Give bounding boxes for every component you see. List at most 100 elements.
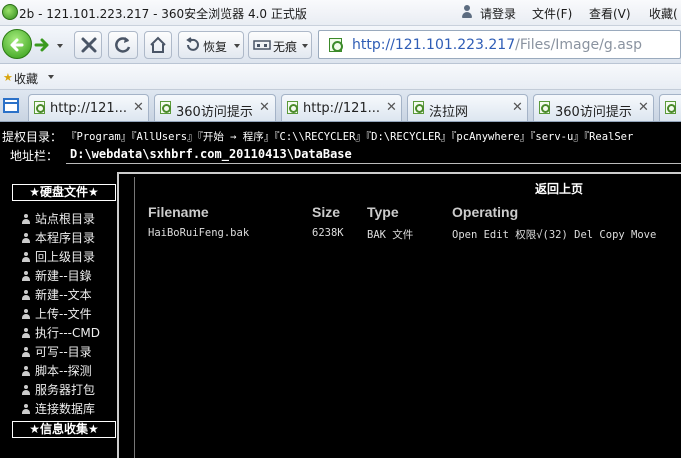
nav-site-root[interactable]: 站点根目录 xyxy=(22,210,95,226)
tab-page-icon xyxy=(287,101,298,114)
nav-parent-dir[interactable]: 回上级目录 xyxy=(22,248,95,264)
tab-menu-icon[interactable] xyxy=(3,98,19,113)
left-nav: ★硬盘文件★ 站点根目录 本程序目录 回上级目录 新建--目錄 新建--文本 上… xyxy=(0,184,118,458)
incognito-icon xyxy=(253,40,271,50)
user-icon xyxy=(22,252,30,262)
user-icon xyxy=(22,385,30,395)
home-button[interactable] xyxy=(144,31,172,59)
user-icon xyxy=(22,328,30,338)
user-icon xyxy=(22,233,30,243)
refresh-button[interactable] xyxy=(108,31,138,59)
nav-new-dir[interactable]: 新建--目錄 xyxy=(22,267,92,283)
restore-icon xyxy=(186,37,199,51)
close-icon[interactable]: ✕ xyxy=(512,100,523,115)
tab-label: 360访问提示 xyxy=(176,105,253,120)
close-icon[interactable]: ✕ xyxy=(638,100,649,115)
user-icon xyxy=(22,271,30,281)
tab-6[interactable] xyxy=(659,94,681,121)
cell-filename[interactable]: HaiBoRuiFeng.bak xyxy=(148,227,249,239)
nav-exec-cmd[interactable]: 执行---CMD xyxy=(22,324,100,340)
column-header-type: Type xyxy=(367,204,399,220)
back-to-previous-link[interactable]: 返回上页 xyxy=(535,180,583,197)
user-icon[interactable] xyxy=(461,5,473,19)
favorites-button[interactable]: 收藏 xyxy=(14,70,38,87)
tab-page-icon xyxy=(539,101,550,114)
menu-favorites[interactable]: 收藏( xyxy=(649,5,678,22)
user-icon xyxy=(22,290,30,300)
forward-dropdown-icon[interactable] xyxy=(57,44,63,48)
user-icon xyxy=(22,347,30,357)
user-icon xyxy=(22,404,30,414)
back-button[interactable] xyxy=(2,29,32,59)
forward-button[interactable] xyxy=(33,31,67,59)
incognito-dropdown-icon xyxy=(302,44,308,48)
menu-file[interactable]: 文件(F) xyxy=(532,5,572,22)
privilege-path-links[interactable]: 『Program』『AllUsers』『开始 → 程序』『C:\\RECYCLE… xyxy=(66,129,633,144)
section-disk-files[interactable]: ★硬盘文件★ xyxy=(12,184,116,201)
page-icon xyxy=(329,38,343,52)
restore-button[interactable]: 恢复 xyxy=(178,31,244,59)
tab-page-icon xyxy=(34,101,45,114)
privilege-label: 提权目录： xyxy=(2,130,63,144)
user-icon xyxy=(22,309,30,319)
tab-page-icon xyxy=(413,101,424,114)
nav-writable-dir[interactable]: 可写--目录 xyxy=(22,343,92,359)
tab-3[interactable]: http://121... ✕ xyxy=(281,94,402,121)
user-icon xyxy=(22,214,30,224)
tab-label: 法拉网 xyxy=(429,105,469,120)
tab-bar: http://121... ✕ 360访问提示 ✕ http://121... … xyxy=(0,90,681,122)
home-icon xyxy=(150,36,166,53)
browser-logo-icon xyxy=(2,4,18,20)
user-icon xyxy=(22,366,30,376)
column-header-filename: Filename xyxy=(148,204,209,220)
web-page: 提权目录： 『Program』『AllUsers』『开始 → 程序』『C:\\R… xyxy=(0,122,681,458)
tab-1[interactable]: http://121... ✕ xyxy=(28,94,149,121)
refresh-icon xyxy=(115,37,131,53)
nav-new-text[interactable]: 新建--文本 xyxy=(22,286,92,302)
close-icon[interactable]: ✕ xyxy=(386,100,397,115)
login-link[interactable]: 请登录 xyxy=(480,5,516,22)
restore-dropdown-icon xyxy=(234,44,240,48)
nav-connect-db[interactable]: 连接数据库 xyxy=(22,400,95,416)
title-bar: 2b - 121.101.223.217 - 360安全浏览器 4.0 正式版 … xyxy=(0,0,681,26)
url-text[interactable]: http://121.101.223.217/Files/Image/g.asp xyxy=(352,37,642,53)
back-arrow-icon xyxy=(10,38,24,52)
star-icon: ★ xyxy=(3,71,13,84)
column-header-operating: Operating xyxy=(452,204,519,220)
nav-upload-file[interactable]: 上传--文件 xyxy=(22,305,92,321)
close-icon[interactable]: ✕ xyxy=(133,100,144,115)
tab-label: http://121... xyxy=(50,101,128,116)
cell-operations[interactable]: Open Edit 权限√(32) Del Copy Move xyxy=(452,227,656,242)
address-label: 地址栏： xyxy=(10,149,59,163)
address-input[interactable] xyxy=(66,145,681,164)
close-icon[interactable]: ✕ xyxy=(259,100,270,115)
window-title: 2b - 121.101.223.217 - 360安全浏览器 4.0 正式版 xyxy=(19,7,307,21)
nav-program-dir[interactable]: 本程序目录 xyxy=(22,229,95,245)
incognito-label: 无痕 xyxy=(273,40,298,54)
tab-label: http://121... xyxy=(303,101,381,116)
favorites-bar: ★ 收藏 xyxy=(0,64,681,90)
forward-arrow-icon xyxy=(34,38,49,52)
nav-server-pack[interactable]: 服务器打包 xyxy=(22,381,95,397)
column-header-size: Size xyxy=(312,204,341,220)
address-bar[interactable]: http://121.101.223.217/Files/Image/g.asp xyxy=(318,30,681,59)
incognito-button[interactable]: 无痕 xyxy=(248,31,312,59)
navigation-toolbar: 恢复 无痕 http://121.101.223.217/Files/Image… xyxy=(0,26,681,64)
nav-script-probe[interactable]: 脚本--探测 xyxy=(22,362,92,378)
tab-label: 360访问提示 xyxy=(555,105,632,120)
stop-button[interactable] xyxy=(74,31,102,59)
tab-5[interactable]: 360访问提示 ✕ xyxy=(533,94,654,121)
menu-view[interactable]: 查看(V) xyxy=(589,5,631,22)
stop-icon xyxy=(81,37,97,53)
restore-label: 恢复 xyxy=(203,40,228,54)
tab-page-icon xyxy=(665,101,676,114)
favorites-dropdown-icon[interactable] xyxy=(48,75,54,79)
tab-4[interactable]: 法拉网 ✕ xyxy=(407,94,528,121)
cell-size: 6238K xyxy=(312,227,344,239)
tab-page-icon xyxy=(160,101,171,114)
section-info-gathering[interactable]: ★信息收集★ xyxy=(12,421,116,438)
file-list-frame xyxy=(134,177,681,458)
tab-2[interactable]: 360访问提示 ✕ xyxy=(154,94,276,121)
cell-type: BAK 文件 xyxy=(367,229,414,241)
privilege-paths-bar: 提权目录： 『Program』『AllUsers』『开始 → 程序』『C:\\R… xyxy=(0,126,681,144)
